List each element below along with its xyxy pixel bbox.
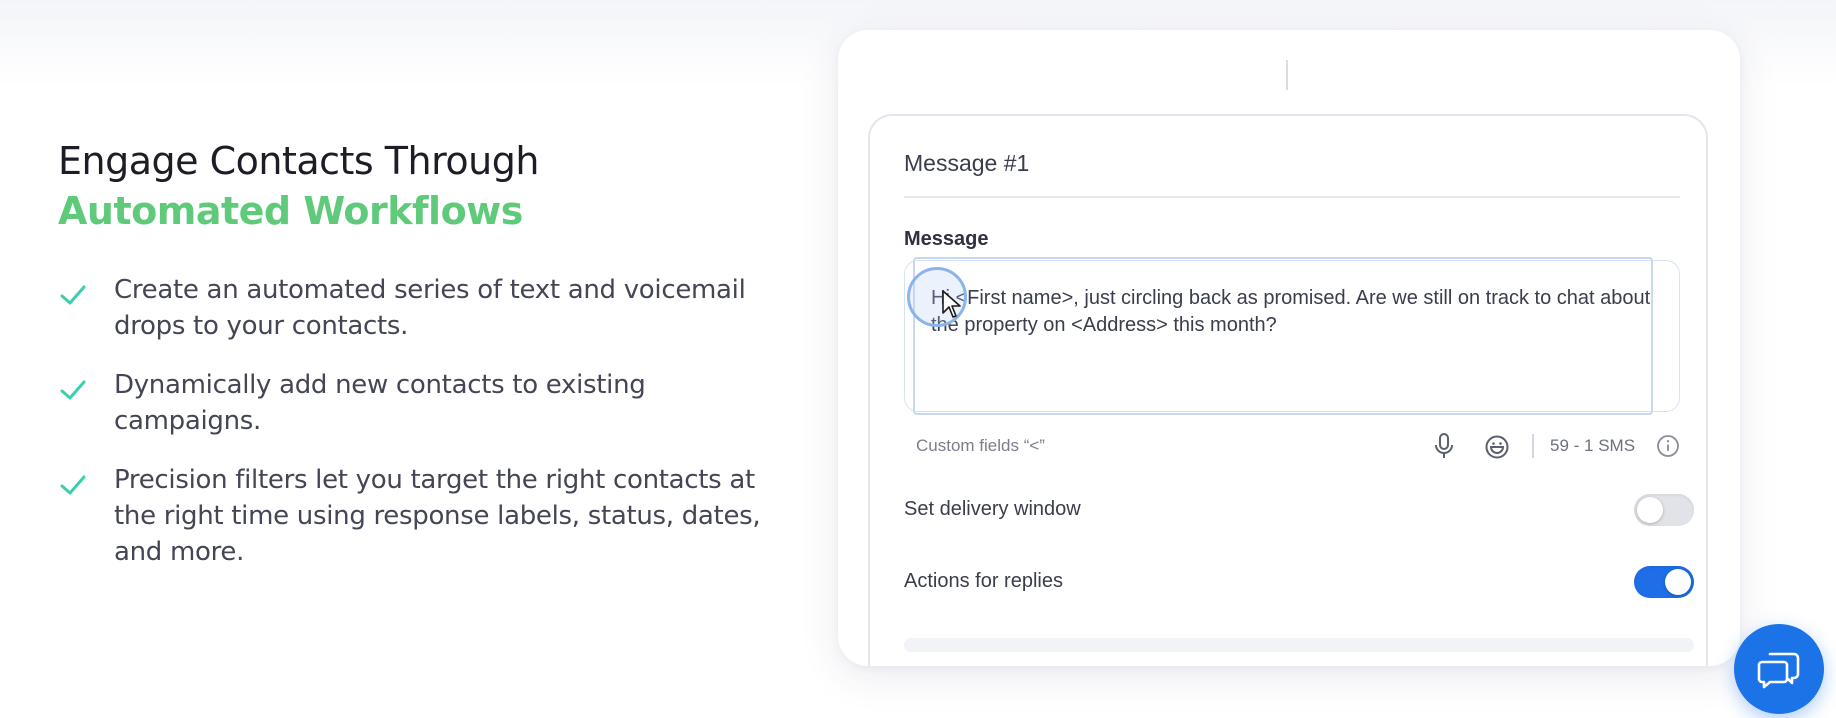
feature-text: Create an automated series of text and v… <box>114 275 746 341</box>
message-step-card: Message #1 Message Hi <First name>, just… <box>868 114 1708 666</box>
actions-for-replies-label: Actions for replies <box>904 570 1063 592</box>
message-textarea[interactable]: Hi <First name>, just circling back as p… <box>904 257 1680 415</box>
setting-row-delivery-window: Set delivery window <box>904 492 1694 528</box>
delivery-window-toggle[interactable] <box>1634 494 1694 526</box>
check-icon <box>60 380 86 400</box>
hero-headline: Engage Contacts Through Automated Workfl… <box>58 136 778 236</box>
hero-section: Engage Contacts Through Automated Workfl… <box>58 136 778 593</box>
toggle-knob <box>1665 569 1691 595</box>
toolbar-separator <box>1532 434 1534 458</box>
feature-text: Dynamically add new contacts to existing… <box>114 370 646 436</box>
chat-launcher-button[interactable] <box>1734 624 1824 714</box>
message-text-content[interactable]: Hi <First name>, just circling back as p… <box>931 285 1651 339</box>
toggle-knob <box>1637 497 1663 523</box>
feature-item: Create an automated series of text and v… <box>58 272 778 344</box>
custom-fields-hint: Custom fields “<” <box>916 436 1045 455</box>
info-icon[interactable] <box>1656 434 1680 458</box>
actions-for-replies-toggle[interactable] <box>1634 566 1694 598</box>
feature-item: Dynamically add new contacts to existing… <box>58 367 778 439</box>
feature-text: Precision filters let you target the rig… <box>114 465 761 567</box>
next-section-edge <box>904 638 1694 652</box>
headline-line-1: Engage Contacts Through <box>58 139 539 183</box>
feature-list: Create an automated series of text and v… <box>58 272 778 570</box>
setting-row-actions-for-replies: Actions for replies <box>904 564 1694 600</box>
check-icon <box>60 475 86 495</box>
message-field-label: Message <box>904 228 989 250</box>
message-toolbar: Custom fields “<” 59 - 1 SMS <box>916 432 1680 462</box>
feature-item: Precision filters let you target the rig… <box>58 462 778 570</box>
check-icon <box>60 285 86 305</box>
workflow-connector-line <box>1286 60 1288 90</box>
delivery-window-label: Set delivery window <box>904 498 1081 520</box>
chat-bubbles-icon <box>1757 652 1800 689</box>
workflow-preview-card: Message #1 Message Hi <First name>, just… <box>838 30 1740 666</box>
message-step-title: Message #1 <box>904 150 1030 176</box>
sms-character-count: 59 - 1 SMS <box>1550 436 1636 455</box>
emoji-icon[interactable] <box>1484 434 1510 460</box>
title-divider <box>904 196 1680 198</box>
mouse-cursor-icon <box>942 290 961 318</box>
microphone-icon[interactable] <box>1432 432 1456 460</box>
page: Engage Contacts Through Automated Workfl… <box>0 0 1836 718</box>
headline-line-2-accent: Automated Workflows <box>58 189 523 233</box>
